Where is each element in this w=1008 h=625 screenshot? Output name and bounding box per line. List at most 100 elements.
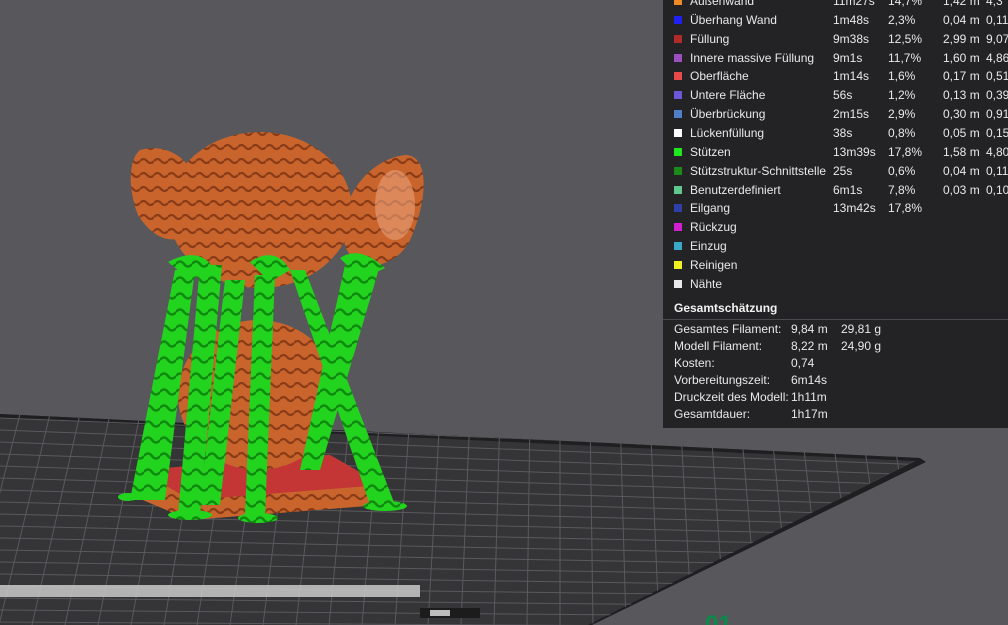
- legend-color-swatch: [674, 53, 682, 62]
- legend-name: Lückenfüllung: [690, 125, 765, 140]
- legend-color-swatch: [674, 223, 682, 232]
- summary-title: Gesamtschätzung: [674, 301, 778, 315]
- summary-divider: [663, 319, 1008, 320]
- legend-length: 2,99 m: [943, 31, 980, 46]
- legend-percent: 2,9%: [888, 107, 916, 122]
- summary-label: Vorbereitungszeit:: [674, 373, 771, 387]
- legend-row[interactable]: Lückenfüllung 38s 0,8% 0,05 m 0,15: [663, 124, 1008, 143]
- legend-row[interactable]: Rückzug: [663, 218, 1008, 237]
- legend-row[interactable]: Untere Fläche 56s 1,2% 0,13 m 0,39: [663, 86, 1008, 105]
- legend-percent: 0,6%: [888, 163, 916, 178]
- legend-weight: 0,51: [986, 69, 1008, 84]
- legend-name: Untere Fläche: [690, 88, 766, 103]
- legend-length: 0,04 m: [943, 12, 980, 27]
- legend-name: Einzug: [690, 239, 727, 254]
- legend-percent: 0,8%: [888, 125, 916, 140]
- legend-color-swatch: [674, 185, 682, 194]
- legend-percent: 14,7%: [888, 0, 923, 8]
- legend-color-swatch: [674, 204, 682, 213]
- legend-color-swatch: [674, 128, 682, 137]
- legend-time: 1m48s: [833, 12, 870, 27]
- summary-row: Gesamtes Filament: 9,84 m 29,81 g: [663, 322, 1008, 339]
- legend-name: Eilgang: [690, 201, 731, 216]
- legend-length: 1,42 m: [943, 0, 980, 8]
- legend-color-swatch: [674, 15, 682, 24]
- summary-row: Kosten: 0,74: [663, 356, 1008, 373]
- legend-weight: 0,11: [986, 12, 1008, 27]
- summary-value: 1h11m: [791, 390, 827, 404]
- legend-row[interactable]: Außenwand 11m27s 14,7% 1,42 m 4,3: [663, 0, 1008, 11]
- legend-time: 1m14s: [833, 69, 870, 84]
- legend-percent: 2,3%: [888, 12, 916, 27]
- legend-color-swatch: [674, 147, 682, 156]
- legend-time: 13m42s: [833, 201, 876, 216]
- legend-color-swatch: [674, 110, 682, 119]
- summary-value2: 29,81 g: [841, 322, 882, 336]
- legend-row[interactable]: Stützen 13m39s 17,8% 1,58 m 4,80: [663, 143, 1008, 162]
- summary-row: Druckzeit des Modell: 1h11m: [663, 390, 1008, 407]
- summary-value2: 24,90 g: [841, 339, 882, 353]
- legend-name: Nähte: [690, 276, 723, 291]
- legend-color-swatch: [674, 260, 682, 269]
- support-structures[interactable]: [118, 253, 407, 523]
- legend-length: 0,03 m: [943, 182, 980, 197]
- summary-label: Druckzeit des Modell:: [674, 390, 789, 404]
- legend-row[interactable]: Überbrückung 2m15s 2,9% 0,30 m 0,91: [663, 105, 1008, 124]
- legend-weight: 4,80: [986, 144, 1008, 159]
- legend-name: Stützen: [690, 144, 731, 159]
- legend-weight: 4,86: [986, 50, 1008, 65]
- legend-name: Füllung: [690, 31, 730, 46]
- legend-name: Außenwand: [690, 0, 755, 8]
- legend-color-swatch: [674, 242, 682, 251]
- summary-label: Kosten:: [674, 356, 715, 370]
- legend-color-swatch: [674, 166, 682, 175]
- legend-row[interactable]: Oberfläche 1m14s 1,6% 0,17 m 0,51: [663, 67, 1008, 86]
- legend-time: 56s: [833, 88, 853, 103]
- legend-percent: 1,6%: [888, 69, 916, 84]
- legend-name: Überhang Wand: [690, 12, 777, 27]
- legend-row[interactable]: Überhang Wand 1m48s 2,3% 0,04 m 0,11: [663, 11, 1008, 30]
- legend-length: 1,60 m: [943, 50, 980, 65]
- summary-value: 9,84 m: [791, 322, 828, 336]
- summary-label: Gesamtes Filament:: [674, 322, 782, 336]
- legend-row[interactable]: Stützstruktur-Schnittstelle 25s 0,6% 0,04 m…: [663, 162, 1008, 181]
- legend-name: Innere massive Füllung: [690, 50, 815, 65]
- legend-percent: 17,8%: [888, 144, 923, 159]
- summary-label: Modell Filament:: [674, 339, 763, 353]
- summary-label: Gesamtdauer:: [674, 407, 751, 421]
- summary-row: Gesamtdauer: 1h17m: [663, 407, 1008, 424]
- legend-row[interactable]: Füllung 9m38s 12,5% 2,99 m 9,07: [663, 30, 1008, 49]
- legend-length: 1,58 m: [943, 144, 980, 159]
- legend-weight: 0,10: [986, 182, 1008, 197]
- legend-time: 2m15s: [833, 107, 870, 122]
- legend-color-swatch: [674, 72, 682, 81]
- legend-color-swatch: [674, 279, 682, 288]
- legend-row[interactable]: Innere massive Füllung 9m1s 11,7% 1,60 m 4,8…: [663, 49, 1008, 68]
- legend-row[interactable]: Benutzerdefiniert 6m1s 7,8% 0,03 m 0,10: [663, 181, 1008, 200]
- legend-time: 6m1s: [833, 182, 863, 197]
- legend-weight: 0,91: [986, 107, 1008, 122]
- legend-row[interactable]: Eilgang 13m42s 17,8%: [663, 199, 1008, 218]
- legend-row[interactable]: Einzug: [663, 237, 1008, 256]
- legend-time: 13m39s: [833, 144, 876, 159]
- legend-row[interactable]: Nähte: [663, 275, 1008, 294]
- legend-name: Rückzug: [690, 220, 737, 235]
- legend-weight: 9,07: [986, 31, 1008, 46]
- legend-color-swatch: [674, 0, 682, 5]
- legend-time: 11m27s: [833, 0, 875, 8]
- legend-name: Überbrückung: [690, 107, 766, 122]
- legend-length: 0,05 m: [943, 125, 980, 140]
- legend-percent: 7,8%: [888, 182, 916, 197]
- legend-weight: 0,39: [986, 88, 1008, 103]
- summary-value: 8,22 m: [791, 339, 828, 353]
- legend-time: 9m1s: [833, 50, 863, 65]
- legend-weight: 0,15: [986, 125, 1008, 140]
- legend-time: 38s: [833, 125, 853, 140]
- legend-name: Stützstruktur-Schnittstelle: [690, 163, 827, 178]
- legend-time: 9m38s: [833, 31, 870, 46]
- summary-value: 1h17m: [791, 407, 828, 421]
- legend-row[interactable]: Reinigen: [663, 256, 1008, 275]
- legend-name: Oberfläche: [690, 69, 749, 84]
- axis-corner-label: 01: [705, 611, 732, 625]
- summary-value: 0,74: [791, 356, 815, 370]
